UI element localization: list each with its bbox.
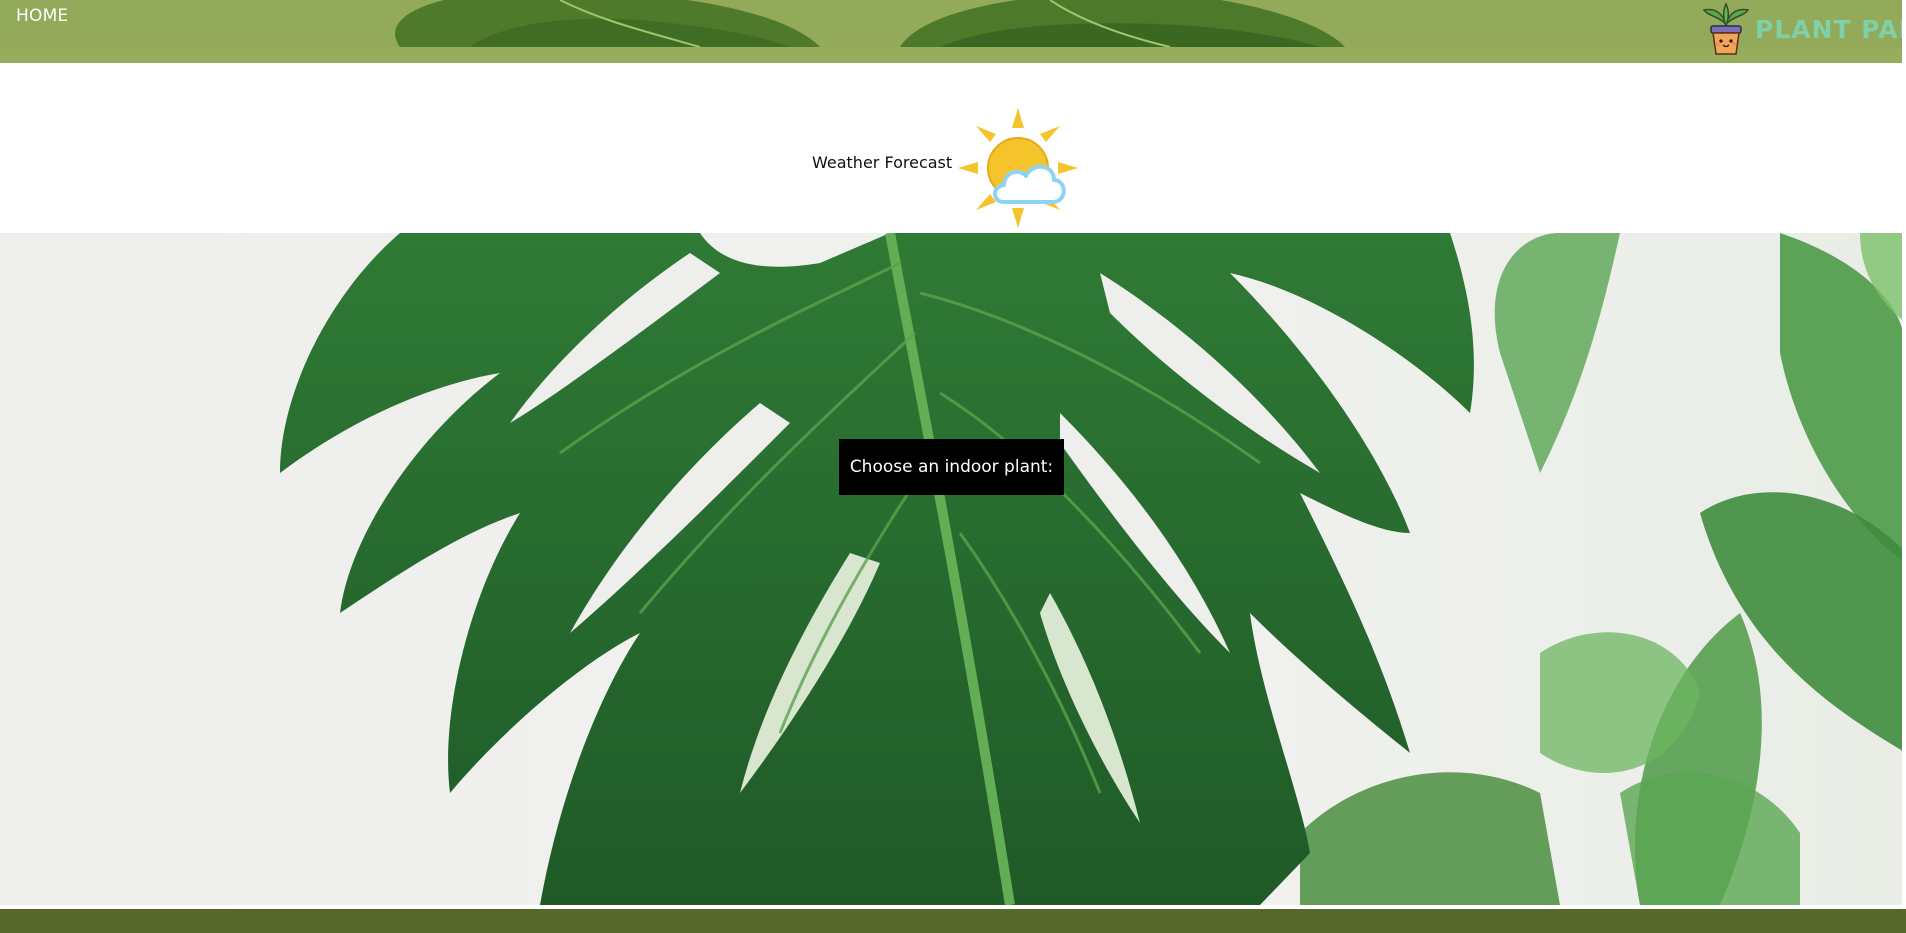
weather-section: Weather Forecast — [0, 63, 1906, 233]
potted-plant-mascot-icon — [1702, 2, 1750, 55]
header-leaf-background — [395, 0, 1345, 47]
site-header: HOME PLANT PAL — [0, 0, 1906, 63]
page: HOME PLANT PAL Weather Forecast Choose a… — [0, 0, 1906, 933]
hero-banner: Choose an indoor plant: — [0, 233, 1906, 905]
page-right-edge — [1902, 0, 1906, 933]
choose-indoor-plant-button[interactable]: Choose an indoor plant: — [839, 439, 1064, 495]
site-footer — [0, 909, 1906, 933]
home-nav-link[interactable]: HOME — [16, 6, 68, 26]
weather-forecast-label: Weather Forecast — [812, 153, 953, 172]
plant-pal-logo[interactable]: PLANT PAL — [1700, 2, 1906, 58]
brand-name: PLANT PAL — [1755, 15, 1906, 44]
header-banner: HOME — [0, 0, 1906, 47]
partly-sunny-icon[interactable] — [956, 106, 1082, 230]
monstera-leaf-image — [0, 233, 1906, 905]
